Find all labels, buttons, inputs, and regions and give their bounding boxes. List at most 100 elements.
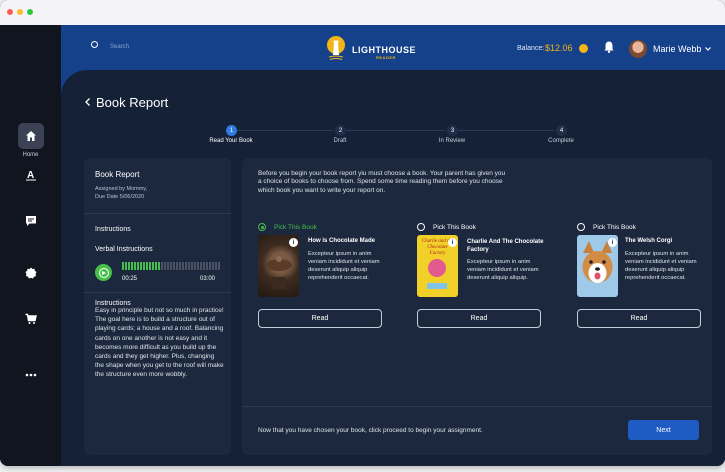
search-input[interactable]: Search [110, 44, 129, 50]
waveform-bar [176, 262, 178, 270]
assigned-by: Assigned by Mommy, [95, 186, 148, 192]
step-4-indicator: 4 [556, 125, 567, 136]
books-intro-text: Before you begin your book report yiu mu… [258, 170, 506, 194]
read-button-2[interactable]: Read [417, 309, 541, 328]
proceed-hint: Now that you have chosen your book, clic… [258, 427, 483, 434]
search-icon[interactable] [91, 41, 98, 48]
waveform-bar [200, 262, 202, 270]
divider [84, 292, 231, 293]
book-title-1: How is Chocolate Made [308, 238, 376, 244]
text-format-icon: A [25, 168, 37, 186]
step-connector [237, 130, 333, 131]
avatar[interactable] [629, 40, 647, 58]
notification-bell-icon[interactable] [604, 41, 614, 53]
waveform-bar [212, 262, 214, 270]
close-window-button[interactable] [7, 9, 13, 15]
waveform-bar [149, 262, 151, 270]
user-name[interactable]: Marie Webb [653, 44, 701, 54]
waveform-bar [146, 262, 148, 270]
minimize-window-button[interactable] [17, 9, 23, 15]
pick-book-label-1[interactable]: Pick This Book [274, 224, 317, 231]
waveform-bar [170, 262, 172, 270]
sidebar: Home A [0, 25, 61, 466]
waveform-bar [152, 262, 154, 270]
read-button-1[interactable]: Read [258, 309, 382, 328]
cart-icon [25, 312, 37, 330]
waveform-bar [125, 262, 127, 270]
pick-book-radio-2[interactable] [417, 223, 425, 231]
waveform-bar [131, 262, 133, 270]
sidebar-item-cart[interactable] [0, 301, 61, 341]
sidebar-item-badges[interactable] [0, 255, 61, 295]
step-3-label: In Review [438, 138, 466, 144]
waveform-bar [167, 262, 169, 270]
waveform-bar [188, 262, 190, 270]
waveform-bar [215, 262, 217, 270]
info-icon[interactable]: i [608, 238, 617, 247]
waveform-bar [155, 262, 157, 270]
app-title: LIGHTHOUSE [352, 45, 417, 55]
waveform-bar [140, 262, 142, 270]
time-total: 03:00 [200, 276, 216, 282]
maximize-window-button[interactable] [27, 9, 33, 15]
book-title-2: Charlie And The Chocolate Factory [467, 239, 544, 254]
app-window: Home A Search LIGHTHOUSE READER Balance:… [0, 0, 725, 466]
waveform-bar [173, 262, 175, 270]
book-description-1: Excepteur ipsum in anim veniam incididun… [308, 251, 380, 282]
next-button[interactable]: Next [628, 420, 699, 440]
step-3-indicator: 3 [447, 125, 458, 136]
waveform-bar [179, 262, 181, 270]
divider [242, 406, 712, 407]
verbal-instructions-heading: Verbal Instructions [95, 246, 153, 253]
instructions-heading: Instructions [95, 226, 131, 233]
waveform-bar [185, 262, 187, 270]
waveform-bar [128, 262, 130, 270]
pick-book-radio-1[interactable] [258, 223, 266, 231]
step-4-label: Complete [548, 138, 574, 144]
waveform-bar [209, 262, 211, 270]
step-connector [458, 130, 554, 131]
home-icon [17, 122, 44, 149]
info-icon[interactable]: i [289, 238, 298, 247]
badge-icon [25, 266, 37, 284]
book-title-3: The Welsh Corgi [625, 238, 673, 244]
waveform-bar [182, 262, 184, 270]
more-icon [25, 364, 37, 382]
waveform-bar [137, 262, 139, 270]
sidebar-item-text-format[interactable]: A [0, 157, 61, 197]
message-icon [25, 214, 37, 232]
play-icon [98, 267, 109, 278]
chevron-down-icon[interactable] [705, 47, 711, 51]
back-arrow-icon[interactable] [85, 98, 91, 106]
books-panel [242, 158, 712, 455]
pick-book-label-3[interactable]: Pick This Book [593, 224, 636, 231]
pick-book-label-2[interactable]: Pick This Book [433, 224, 476, 231]
app-subtitle: READER [376, 55, 396, 60]
waveform-bar [134, 262, 136, 270]
waveform-bar [206, 262, 208, 270]
waveform-bar [161, 262, 163, 270]
book-description-2: Excepteur ipsum in anim veniam incididun… [467, 259, 539, 282]
instructions-text: Easy in principle but not so much in pra… [95, 307, 224, 379]
coin-icon [579, 44, 588, 53]
play-button[interactable] [95, 264, 112, 281]
pick-book-radio-3[interactable] [577, 223, 585, 231]
step-1-indicator: 1 [226, 125, 237, 136]
waveform-bar [164, 262, 166, 270]
step-connector [346, 130, 445, 131]
sidebar-item-more[interactable] [0, 353, 61, 393]
read-button-3[interactable]: Read [577, 309, 701, 328]
page-title: Book Report [96, 95, 169, 110]
waveform-bar [203, 262, 205, 270]
info-icon[interactable]: i [448, 238, 457, 247]
title-bar [0, 0, 725, 25]
assignment-title: Book Report [95, 170, 140, 179]
divider [84, 213, 231, 214]
sidebar-item-messages[interactable] [0, 203, 61, 243]
waveform-bar [191, 262, 193, 270]
book-description-3: Excepteur ipsum in anim veniam incididun… [625, 251, 697, 282]
step-2-label: Draft [333, 138, 347, 144]
balance-label: Balance: [517, 45, 545, 52]
step-1-label: Read Your Book [209, 138, 253, 144]
sidebar-item-home[interactable]: Home [0, 120, 61, 160]
